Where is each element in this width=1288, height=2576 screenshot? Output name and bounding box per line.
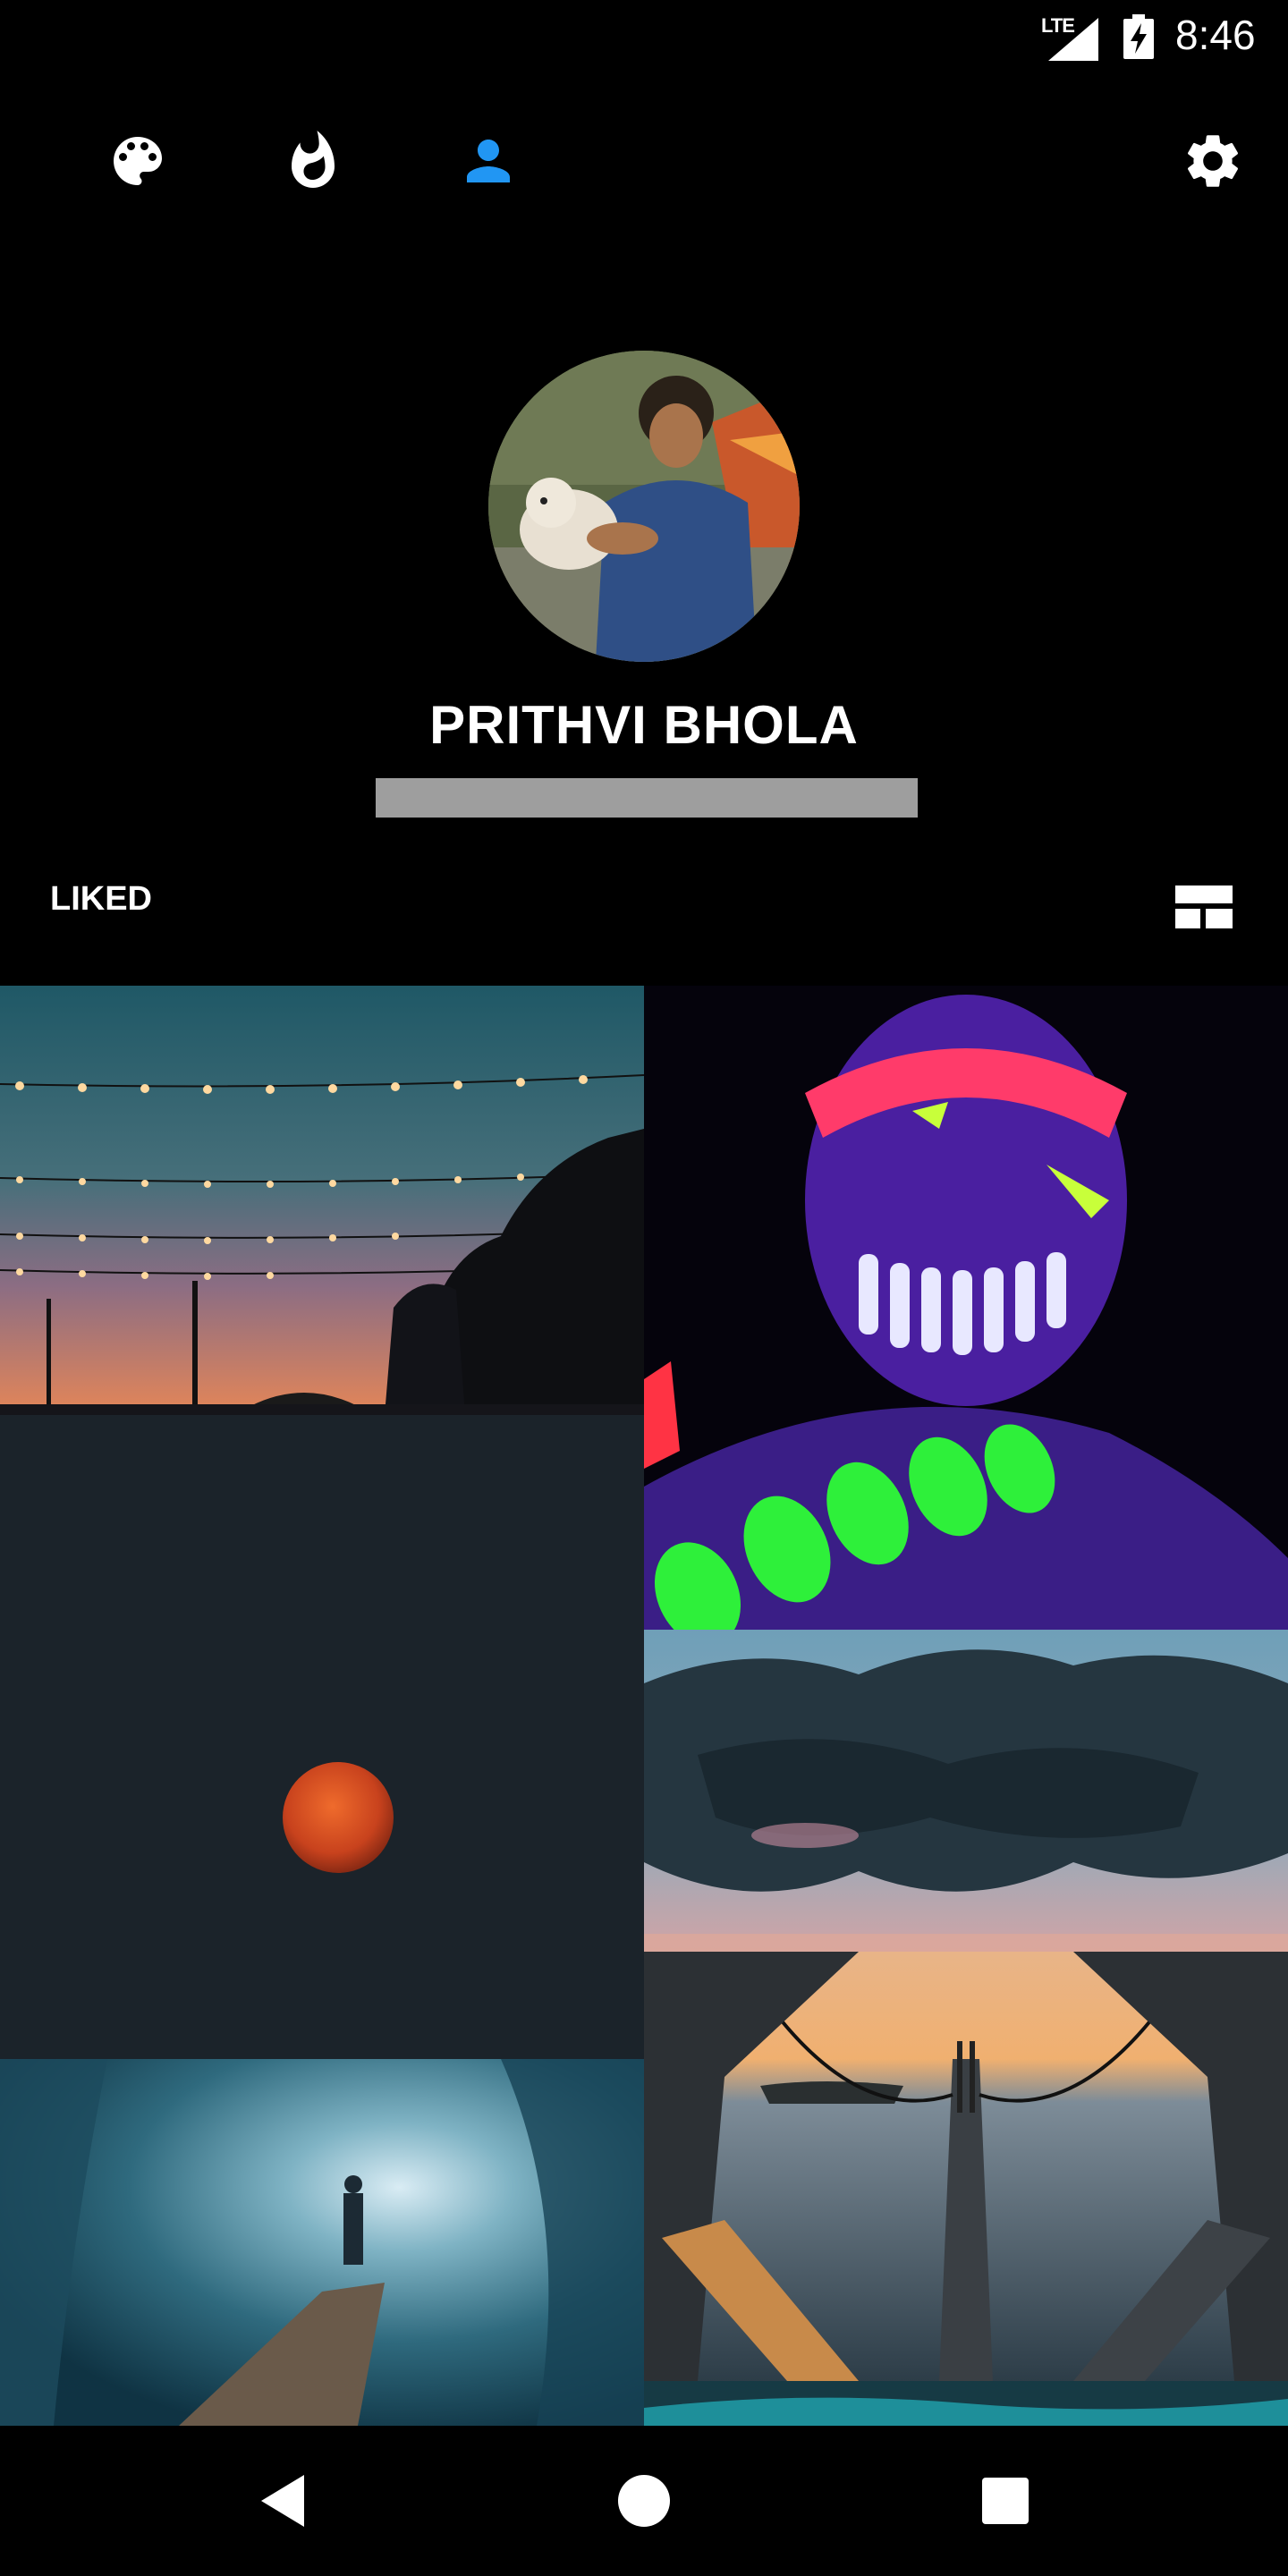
tab-profile[interactable]: [444, 116, 533, 206]
avatar-photo: [488, 351, 800, 662]
back-icon: [261, 2475, 304, 2527]
settings-button[interactable]: [1168, 116, 1258, 206]
clock: 8:46: [1175, 12, 1256, 58]
photo-neon-paint[interactable]: [644, 986, 1288, 1630]
profile-name: PRITHVI BHOLA: [429, 695, 859, 755]
battery-charging-icon: [1123, 14, 1154, 59]
liked-section-title: LIKED: [50, 880, 152, 918]
signal-icon: [1048, 18, 1098, 61]
photo-string-lights[interactable]: [0, 986, 644, 1415]
photo-ice-cave[interactable]: [0, 2059, 644, 2426]
avatar[interactable]: [488, 351, 800, 662]
back-button[interactable]: [229, 2447, 336, 2555]
recents-button[interactable]: [952, 2447, 1059, 2555]
grid-view-icon[interactable]: [1175, 886, 1233, 928]
photo-orange-planet[interactable]: [0, 1415, 644, 2059]
person-icon: [467, 140, 510, 182]
gear-icon: [1187, 135, 1239, 187]
system-navigation-bar: [0, 2426, 1288, 2576]
tab-collections[interactable]: [93, 116, 182, 206]
photo-bridge[interactable]: [644, 1952, 1288, 2381]
home-button[interactable]: [590, 2447, 698, 2555]
top-navigation: [0, 116, 1288, 206]
bio-redacted: [376, 778, 918, 818]
photo-storm-clouds[interactable]: [644, 1630, 1288, 1952]
tab-popular[interactable]: [268, 116, 358, 206]
home-icon: [618, 2475, 670, 2527]
flame-icon: [292, 131, 335, 188]
status-bar: LTE 8:46: [0, 0, 1288, 75]
photo-teal-water[interactable]: [644, 2381, 1288, 2426]
recents-icon: [982, 2478, 1029, 2524]
palette-icon: [114, 137, 162, 185]
